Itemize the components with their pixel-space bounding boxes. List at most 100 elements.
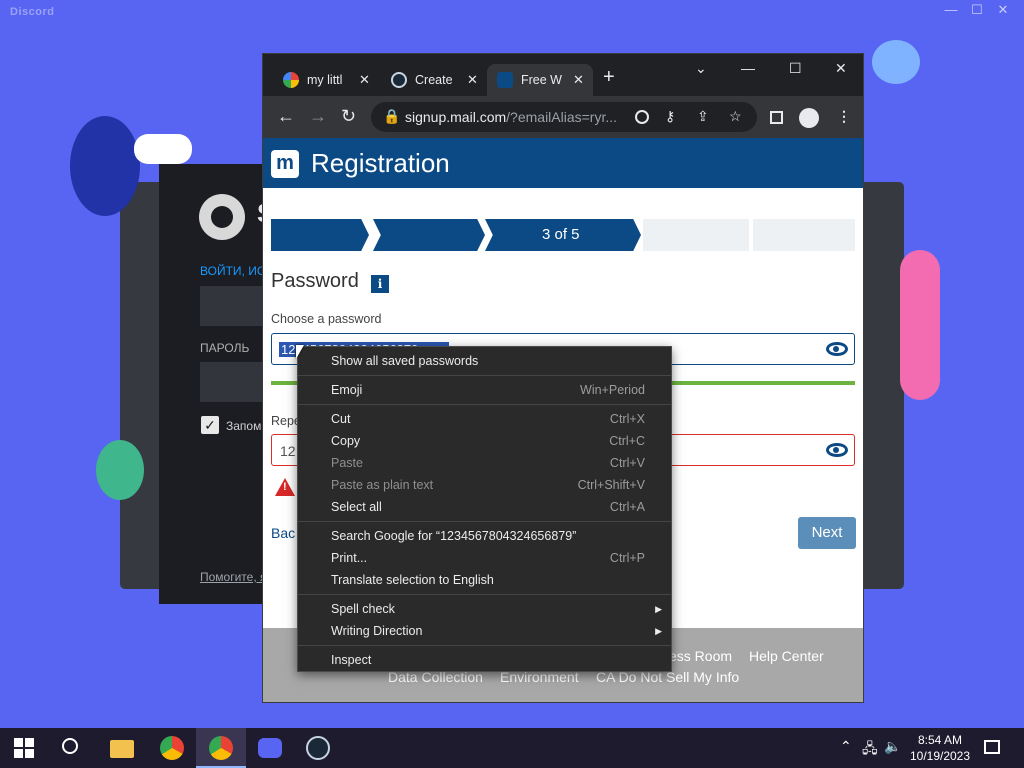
google-lens-icon[interactable] [635, 110, 649, 124]
notification-icon[interactable] [984, 740, 1000, 754]
show-repeat-password-eye-icon[interactable] [826, 443, 848, 457]
menu-item-spell-check[interactable]: Spell check ▶ [298, 598, 671, 620]
step-indicator: 3 of 5 [542, 226, 580, 243]
discord-minimize-button[interactable]: — [938, 2, 964, 18]
bookmark-star-icon[interactable]: ☆ [729, 108, 742, 125]
menu-item-paste-plain: Paste as plain text Ctrl+Shift+V [331, 478, 645, 492]
url-text[interactable]: signup.mail.com/?emailAlias=ryr... [405, 109, 617, 125]
step-4 [643, 219, 749, 251]
menu-item-search-google[interactable]: Search Google for “1234567804324656879” [298, 525, 671, 547]
tab-title: my littl [307, 73, 343, 87]
tab-mail[interactable]: Free W ✕ [487, 64, 593, 96]
discord-close-button[interactable]: ✕ [990, 2, 1016, 18]
minimize-button[interactable]: — [741, 60, 755, 76]
close-tab-icon[interactable]: ✕ [359, 72, 370, 88]
plant-illustration [900, 250, 940, 400]
menu-item-show-saved-passwords[interactable]: Show all saved passwords [298, 350, 671, 372]
mail-logo: m [271, 150, 299, 178]
chrome-icon[interactable] [160, 736, 184, 760]
new-tab-button[interactable]: + [603, 66, 615, 89]
steam-taskbar-icon[interactable] [306, 736, 330, 760]
steam-icon [391, 72, 407, 88]
mouse-cursor-icon [296, 345, 304, 359]
character-illustration [70, 116, 140, 216]
warning-icon: ! [275, 478, 295, 496]
show-password-eye-icon[interactable] [826, 342, 848, 356]
flower-illustration [96, 440, 144, 500]
menu-item-select-all[interactable]: Select all Ctrl+A [298, 496, 671, 518]
next-button[interactable]: Next [798, 517, 856, 549]
steam-help-link[interactable]: Помогите, я [200, 570, 267, 584]
footer-link-press-room[interactable]: ess Room [669, 648, 732, 664]
discord-title: Discord [10, 6, 55, 18]
submenu-arrow-icon: ▶ [655, 604, 662, 614]
creature-illustration [872, 40, 920, 84]
back-arrow-icon[interactable]: ← [277, 106, 295, 127]
menu-item-inspect[interactable]: Inspect [298, 649, 671, 671]
clock-time: 8:54 AM [917, 733, 963, 747]
menu-separator [298, 594, 671, 595]
submenu-arrow-icon: ▶ [655, 626, 662, 636]
search-icon[interactable] [62, 738, 78, 754]
steam-password-label: ПАРОЛЬ [200, 341, 250, 355]
back-link[interactable]: Bac [271, 525, 295, 541]
steam-login-window: S ВОЙТИ, ИС ПАРОЛЬ ✓ Запом Помогите, я [159, 164, 280, 604]
close-window-button[interactable]: ✕ [835, 60, 847, 77]
tab-title: Create [415, 73, 453, 87]
menu-separator [298, 645, 671, 646]
steam-remember-label: Запом [226, 419, 262, 433]
repeat-password-value: 12 [280, 443, 296, 459]
steam-logo-icon [199, 194, 245, 240]
discord-maximize-button[interactable]: ☐ [964, 2, 990, 18]
chat-bubble-illustration [134, 134, 192, 164]
close-tab-icon[interactable]: ✕ [573, 72, 584, 88]
mail-com-icon [497, 72, 513, 88]
menu-item-paste: Paste Ctrl+V [331, 456, 645, 470]
step-5 [753, 219, 855, 251]
step-2 [373, 219, 485, 251]
side-panel-icon[interactable] [770, 111, 783, 124]
tab-google[interactable]: my littl ✕ [273, 64, 377, 96]
discord-icon[interactable] [258, 738, 282, 758]
password-section-title: Password [271, 270, 359, 292]
discord-window-controls: — ☐ ✕ [938, 2, 1016, 18]
profile-avatar-icon[interactable] [799, 108, 819, 128]
clock-date: 10/19/2023 [909, 749, 971, 763]
google-icon [283, 72, 299, 88]
menu-separator [298, 375, 671, 376]
context-menu: Show all saved passwords Emoji Win+Period… [297, 346, 672, 672]
key-icon[interactable]: ⚷ [665, 108, 675, 125]
footer-link-help-center[interactable]: Help Center [749, 648, 824, 664]
tab-title: Free W [521, 73, 562, 87]
maximize-button[interactable]: ☐ [789, 60, 802, 77]
tab-search-chevron-icon[interactable]: ⌄ [695, 60, 707, 77]
windows-start-icon[interactable] [14, 738, 34, 758]
step-1 [271, 219, 369, 251]
reload-icon[interactable]: ↻ [341, 106, 356, 127]
taskbar-clock[interactable]: 8:54 AM 10/19/2023 [905, 732, 975, 764]
file-explorer-icon[interactable] [110, 740, 134, 758]
menu-item-writing-direction[interactable]: Writing Direction ▶ [298, 620, 671, 642]
chevron-up-icon[interactable]: ⌃ [840, 738, 852, 755]
menu-item-cut[interactable]: Cut Ctrl+X [298, 408, 671, 430]
chrome-profile-icon [209, 736, 233, 760]
forward-arrow-icon[interactable]: → [309, 106, 327, 127]
menu-item-print[interactable]: Print... Ctrl+P [298, 547, 671, 569]
menu-separator [298, 404, 671, 405]
menu-separator [298, 521, 671, 522]
network-icon[interactable]: 🖧 [862, 738, 878, 762]
info-icon[interactable]: i [371, 275, 389, 293]
steam-remember-checkbox[interactable]: ✓ [201, 416, 219, 434]
volume-icon[interactable]: 🔈 [884, 738, 901, 755]
menu-item-copy[interactable]: Copy Ctrl+C [298, 430, 671, 452]
lock-icon: 🔒 [383, 108, 401, 124]
menu-item-emoji[interactable]: Emoji Win+Period [298, 379, 671, 401]
steam-login-label: ВОЙТИ, ИС [200, 264, 266, 278]
close-tab-icon[interactable]: ✕ [467, 72, 478, 88]
choose-password-label: Choose a password [271, 312, 382, 326]
share-icon[interactable]: ⇪ [697, 108, 709, 125]
menu-dots-icon[interactable]: ⋮ [837, 108, 851, 125]
tab-steam[interactable]: Create ✕ [381, 64, 485, 96]
menu-item-translate[interactable]: Translate selection to English [298, 569, 671, 591]
page-title: Registration [311, 148, 450, 178]
